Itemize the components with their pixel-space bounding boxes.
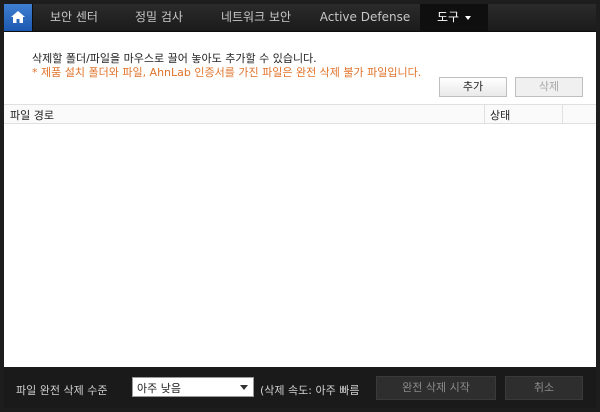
tab-network-security[interactable]: 네트워크 보안: [206, 4, 306, 31]
column-header-status[interactable]: 상태: [490, 107, 510, 123]
cancel-button[interactable]: 취소: [505, 376, 583, 400]
file-table-header: 파일 경로 상태: [4, 104, 596, 124]
column-divider: [562, 105, 563, 123]
delete-level-value: 아주 낮음: [137, 382, 181, 395]
column-header-file-path[interactable]: 파일 경로: [10, 107, 54, 123]
delete-speed-text: (삭제 속도: 아주 빠름: [260, 384, 360, 397]
tab-active-defense[interactable]: Active Defense: [310, 4, 420, 31]
chevron-down-icon: [240, 385, 248, 390]
delete-button[interactable]: 삭제: [515, 77, 583, 97]
start-delete-button[interactable]: 완전 삭제 시작: [376, 376, 496, 400]
warning-note: * 제품 설치 폴더와 파일, AhnLab 인증서를 가진 파일은 완전 삭제…: [32, 66, 422, 79]
main-panel: [4, 32, 596, 367]
home-icon: [11, 11, 25, 23]
delete-level-select[interactable]: 아주 낮음: [132, 377, 254, 397]
tab-security-center[interactable]: 보안 센터: [36, 4, 112, 31]
chevron-down-icon: [465, 15, 472, 20]
tab-precision-scan[interactable]: 정밀 검사: [116, 4, 202, 31]
home-button[interactable]: [4, 4, 33, 31]
add-button[interactable]: 추가: [439, 77, 507, 97]
tab-tools[interactable]: 도구: [420, 4, 488, 31]
delete-level-label: 파일 완전 삭제 수준: [16, 384, 108, 397]
tab-tools-label: 도구: [436, 10, 460, 24]
column-divider: [484, 105, 485, 123]
